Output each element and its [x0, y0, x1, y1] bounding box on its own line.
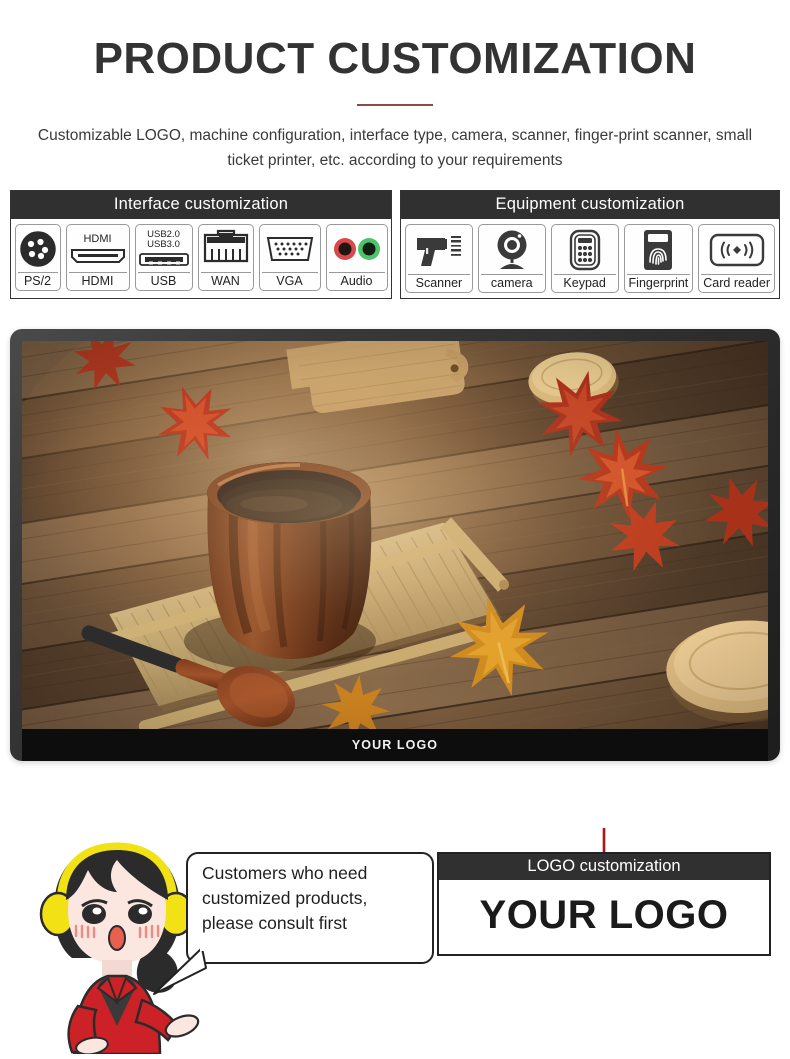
panel-interface-customization: Interface customization PS/2 HDMI HDMI U…	[10, 189, 392, 299]
wooden-cup	[207, 461, 372, 659]
spec-label-usb: USB	[137, 271, 190, 290]
webcam-icon	[481, 228, 543, 272]
page-title: PRODUCT CUSTOMIZATION	[93, 34, 697, 83]
bezel-logo-text: YOUR LOGO	[351, 737, 439, 752]
spec-label-vga: VGA	[261, 271, 318, 290]
spec-label-card-reader: Card reader	[701, 273, 772, 290]
hdmi-port-icon: HDMI	[69, 228, 127, 270]
display-monitor: YOUR LOGO	[10, 328, 780, 761]
panel-interface-items: PS/2 HDMI HDMI USB2.0 USB3.0 USB WAN VGA…	[11, 219, 391, 296]
customer-service-mascot	[22, 830, 212, 1056]
page-header: PRODUCT CUSTOMIZATION Customizable LOGO,…	[0, 0, 790, 174]
bottom-section: Customers who need customized products, …	[0, 828, 790, 1056]
screen-photo	[22, 340, 768, 729]
title-divider	[357, 104, 433, 107]
bubble-line-2: customized products,	[202, 887, 368, 908]
spec-cell-vga[interactable]: VGA	[258, 223, 321, 291]
ps2-port-icon	[18, 228, 58, 270]
vga-port-icon	[262, 228, 318, 270]
bubble-line-1: Customers who need	[202, 863, 368, 883]
spec-cell-card-reader[interactable]: Card reader	[698, 223, 775, 293]
rj45-port-icon	[201, 228, 251, 270]
spec-label-wan: WAN	[200, 271, 251, 290]
panel-equipment-title: Equipment customization	[401, 190, 779, 219]
spec-label-audio: Audio	[328, 271, 385, 290]
page-subtitle: Customizable LOGO, machine configuration…	[37, 127, 753, 169]
panel-interface-title: Interface customization	[11, 190, 391, 219]
customization-panels: Interface customization PS/2 HDMI HDMI U…	[10, 189, 780, 299]
consult-speech-bubble: Customers who need customized products, …	[186, 852, 434, 964]
spec-cell-ps2[interactable]: PS/2	[14, 223, 61, 291]
audio-jack-icon	[329, 228, 385, 270]
spec-label-scanner: Scanner	[408, 273, 470, 292]
fingerprint-reader-icon	[627, 228, 691, 272]
spec-cell-scanner[interactable]: Scanner	[405, 223, 473, 293]
spec-label-keypad: Keypad	[553, 273, 616, 292]
spec-label-ps2: PS/2	[17, 271, 58, 290]
bubble-line-3: please consult first	[202, 912, 347, 933]
monitor-bottom-bezel: YOUR LOGO	[22, 728, 768, 761]
hdmi-caption: HDMI	[83, 233, 112, 246]
monitor-screen	[22, 340, 768, 729]
spec-cell-wan[interactable]: WAN	[197, 223, 254, 291]
keypad-icon	[554, 228, 616, 272]
barcode-scanner-icon	[408, 228, 470, 272]
spec-label-fingerprint: Fingerprint	[626, 273, 691, 290]
spec-label-hdmi: HDMI	[68, 271, 127, 290]
monitor-section: YOUR LOGO	[10, 328, 780, 761]
usb-caption: USB2.0 USB3.0	[147, 229, 180, 251]
spec-cell-audio[interactable]: Audio	[325, 223, 388, 291]
usb-port-icon: USB2.0 USB3.0	[138, 228, 190, 270]
logo-customization-body: YOUR LOGO	[439, 880, 769, 950]
spec-cell-hdmi[interactable]: HDMI HDMI	[65, 223, 130, 291]
logo-customization-box: LOGO customization YOUR LOGO	[437, 852, 771, 956]
logo-customization-header: LOGO customization	[439, 854, 769, 880]
spec-cell-usb[interactable]: USB2.0 USB3.0 USB	[134, 223, 193, 291]
rfid-card-reader-icon	[701, 228, 772, 272]
panel-equipment-customization: Equipment customization Scanner camera K…	[400, 189, 780, 299]
spec-label-camera: camera	[480, 273, 543, 292]
spec-cell-fingerprint[interactable]: Fingerprint	[623, 223, 694, 293]
speech-bubble-tail	[153, 947, 207, 995]
panel-equipment-items: Scanner camera Keypad Fingerprint Card r…	[401, 219, 779, 298]
logo-placeholder-text: YOUR LOGO	[479, 892, 729, 937]
spec-cell-keypad[interactable]: Keypad	[550, 223, 619, 293]
spec-cell-camera[interactable]: camera	[477, 223, 546, 293]
